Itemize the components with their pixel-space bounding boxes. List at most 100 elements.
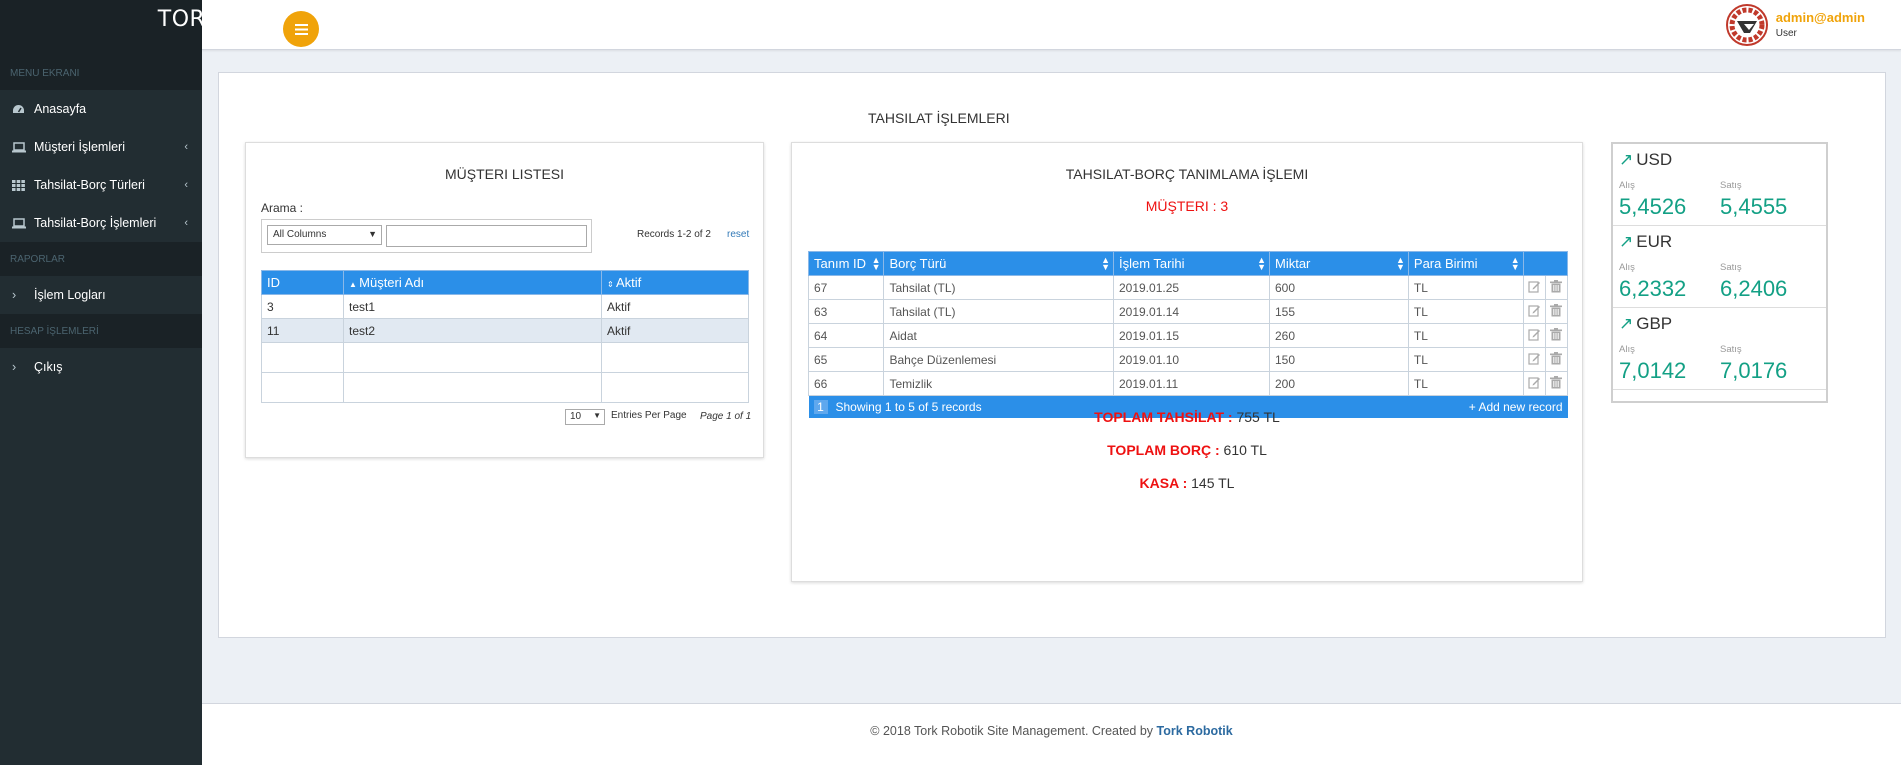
debt-table: Tanım ID ▲ ▼ Borç Türü ▲ ▼ İşlem Tarihi ▲ ▼ Mi… (807, 251, 1569, 418)
table-row-empty (261, 372, 749, 403)
page-info: Page 1 of 1 (700, 411, 752, 422)
trend-up-icon: ↗ (1619, 232, 1634, 251)
column-header-islem-tarihi[interactable]: İşlem Tarihi ▲ ▼ (1112, 251, 1271, 276)
sidebar: TORK ROBOTIK Site Managament MENU EKRANI… (0, 0, 426, 765)
trash-icon[interactable] (1544, 347, 1569, 372)
sort-icon: ▲ ▼ (1510, 255, 1520, 272)
edit-icon[interactable] (1522, 299, 1546, 324)
column-header-borc-turu[interactable]: Borç Türü ▲ ▼ (883, 251, 1114, 276)
currency-eur: ↗ EUR Alış Satış 6,2332 6,2406 (1613, 226, 1826, 308)
cell-active: Aktif (601, 294, 749, 319)
cell-tanim-id: 64 (807, 323, 885, 348)
sidebar-toggle-button[interactable] (283, 11, 319, 47)
column-select[interactable]: All Columns ▼ (267, 225, 382, 245)
user-menu[interactable]: admin@admin User (1725, 4, 1865, 46)
total-debt-label: TOPLAM BORÇ : (1107, 442, 1220, 458)
currency-gbp: ↗ GBP Alış Satış 7,0142 7,0176 (1613, 308, 1826, 390)
table-row[interactable]: 64 Aidat 2019.01.15 260 TL (807, 323, 1569, 348)
total-collection: TOPLAM TAHSİLAT : 755 TL (792, 409, 1582, 425)
cash-value: 145 TL (1191, 475, 1235, 491)
sidebar-item-anasayfa[interactable]: Anasayfa (0, 90, 202, 128)
cell-para-birimi: TL (1407, 371, 1524, 396)
brand-logo[interactable]: TORK ROBOTIK Site Managament (0, 0, 426, 56)
trash-icon[interactable] (1544, 323, 1569, 348)
cell-islem-tarihi: 2019.01.11 (1112, 371, 1271, 396)
page-title: TAHSILAT İŞLEMLERI (868, 110, 1010, 126)
cell-para-birimi: TL (1407, 347, 1524, 372)
cell-id: 11 (261, 318, 344, 343)
buy-value: 5,4526 (1619, 194, 1687, 219)
edit-icon[interactable] (1522, 371, 1546, 396)
column-header-miktar[interactable]: Miktar ▲ ▼ (1269, 251, 1409, 276)
column-header-active[interactable]: ⇕ Aktif (601, 270, 749, 295)
chevron-left-icon: ‹ (184, 141, 188, 153)
search-box: All Columns ▼ (261, 219, 592, 253)
cell-islem-tarihi: 2019.01.15 (1112, 323, 1271, 348)
sidebar-item-label: İşlem Logları (34, 288, 106, 302)
column-header-tanim-id[interactable]: Tanım ID ▲ ▼ (807, 251, 885, 276)
buy-label: Alış (1619, 262, 1635, 273)
cell-borc-turu: Tahsilat (TL) (883, 299, 1114, 324)
laptop-icon (12, 141, 34, 153)
cell-para-birimi: TL (1407, 323, 1524, 348)
records-info: Records 1-2 of 2 (637, 229, 711, 240)
cell-borc-turu: Aidat (883, 323, 1114, 348)
cell-tanim-id: 63 (807, 299, 885, 324)
table-row[interactable]: 3 test1 Aktif (261, 294, 749, 319)
table-row[interactable]: 65 Bahçe Düzenlemesi 2019.01.10 150 TL (807, 347, 1569, 372)
buy-label: Alış (1619, 180, 1635, 191)
cash: KASA : 145 TL (792, 475, 1582, 491)
topbar: admin@admin User (202, 0, 1901, 50)
edit-icon[interactable] (1522, 323, 1546, 348)
total-debt-value: 610 TL (1223, 442, 1267, 458)
table-row[interactable]: 11 test2 Aktif (261, 318, 749, 343)
column-header-id[interactable]: ID (261, 270, 344, 295)
currency-code: USD (1636, 150, 1673, 169)
chevron-left-icon: ‹ (184, 217, 188, 229)
table-row[interactable]: 63 Tahsilat (TL) 2019.01.14 155 TL (807, 299, 1569, 324)
table-row-empty (261, 342, 749, 373)
table-row[interactable]: 66 Temizlik 2019.01.11 200 TL (807, 371, 1569, 396)
sort-icon: ▲ ▼ (871, 255, 881, 272)
cell-tanim-id: 67 (807, 275, 885, 300)
footer: © 2018 Tork Robotik Site Management. Cre… (202, 703, 1901, 765)
sell-value: 6,2406 (1720, 276, 1788, 301)
per-page-select[interactable]: 10 ▼ (565, 409, 605, 425)
caret-down-icon: ▼ (593, 411, 601, 420)
cell-tanim-id: 66 (807, 371, 885, 396)
trash-icon[interactable] (1544, 371, 1569, 396)
footer-link[interactable]: Tork Robotik (1157, 724, 1233, 738)
cell-para-birimi: TL (1407, 299, 1524, 324)
cell-miktar: 600 (1269, 275, 1409, 300)
total-collection-value: 755 TL (1236, 409, 1280, 425)
cell-tanim-id: 65 (807, 347, 885, 372)
cell-borc-turu: Tahsilat (TL) (883, 275, 1114, 300)
cell-borc-turu: Temizlik (883, 371, 1114, 396)
grid-icon (12, 179, 34, 191)
column-header-para-birimi[interactable]: Para Birimi ▲ ▼ (1407, 251, 1524, 276)
sidebar-item-label: Anasayfa (34, 102, 87, 116)
search-input[interactable] (386, 225, 587, 247)
sell-label: Satış (1720, 180, 1742, 191)
reset-link[interactable]: reset (727, 229, 749, 240)
trash-icon[interactable] (1544, 299, 1569, 324)
search-label: Arama : (261, 201, 304, 215)
sidebar-item-cikis[interactable]: › Çıkış (0, 348, 202, 386)
sidebar-item-tahsilat-borc-turleri[interactable]: Tahsilat-Borç Türleri ‹ (0, 166, 202, 204)
sell-label: Satış (1720, 344, 1742, 355)
edit-icon[interactable] (1522, 275, 1546, 300)
edit-icon[interactable] (1522, 347, 1546, 372)
menu-header-reports: RAPORLAR (0, 242, 202, 276)
chevron-left-icon: ‹ (184, 179, 188, 191)
cell-para-birimi: TL (1407, 275, 1524, 300)
trend-up-icon: ↗ (1619, 314, 1634, 333)
cell-islem-tarihi: 2019.01.25 (1112, 275, 1271, 300)
table-row[interactable]: 67 Tahsilat (TL) 2019.01.25 600 TL (807, 275, 1569, 300)
chevron-right-icon: › (12, 360, 17, 374)
trash-icon[interactable] (1544, 275, 1569, 300)
sidebar-item-tahsilat-borc-islemleri[interactable]: Tahsilat-Borç İşlemleri ‹ (0, 204, 202, 242)
column-header-name[interactable]: ▲ Müşteri Adı (343, 270, 602, 295)
sidebar-item-islem-loglari[interactable]: › İşlem Logları (0, 276, 202, 314)
sidebar-item-musteri-islemleri[interactable]: Müşteri İşlemleri ‹ (0, 128, 202, 166)
total-collection-label: TOPLAM TAHSİLAT : (1094, 409, 1233, 425)
